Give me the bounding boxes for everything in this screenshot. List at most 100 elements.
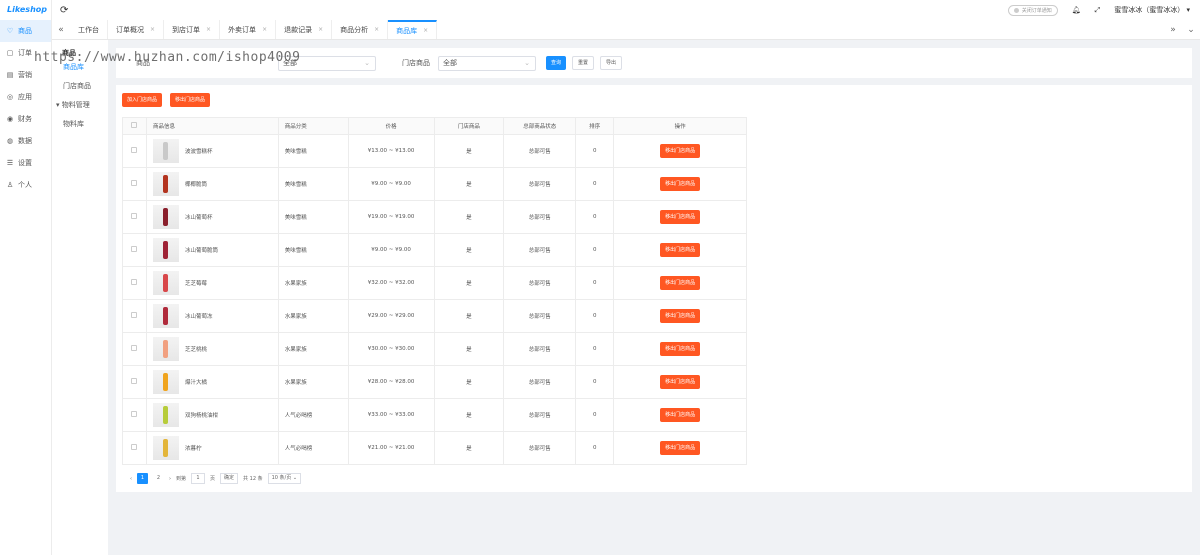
product-image [162, 241, 168, 259]
subnav-item-material-library[interactable]: 物料库 [52, 115, 108, 134]
tabs-scroll-left-icon[interactable]: « [52, 20, 70, 39]
category-cell: 美味雪糕 [277, 200, 349, 234]
remove-from-store-button[interactable]: 移出门店商品 [660, 375, 701, 389]
close-icon[interactable]: × [262, 26, 267, 33]
row-checkbox[interactable] [131, 147, 138, 153]
tab-0[interactable]: 工作台 [70, 20, 108, 39]
row-select-cell[interactable] [122, 233, 147, 267]
close-icon[interactable]: × [150, 26, 155, 33]
close-icon[interactable]: × [206, 26, 211, 33]
category-cell: 人气必喝榜 [277, 431, 349, 465]
row-checkbox[interactable] [131, 378, 138, 384]
row-select-cell[interactable] [122, 398, 147, 432]
remove-from-store-button[interactable]: 移出门店商品 [660, 408, 701, 422]
store-product-select[interactable]: 全部 ⌄ [438, 55, 536, 71]
nav-item-label: 订单 [18, 49, 32, 57]
nav-item-7[interactable]: ♙ 个人 [0, 174, 51, 196]
row-checkbox[interactable] [131, 312, 138, 318]
tab-3[interactable]: 外卖订单 × [220, 20, 277, 39]
tab-2[interactable]: 到店订单 × [164, 20, 221, 39]
table-row: 芝芝桃桃 水果家族 ¥30.00 ~ ¥30.00 是总部可售 0 移出门店商品 [122, 332, 747, 366]
product-info-cell: 浓暮柠 [145, 431, 279, 465]
prev-page-icon[interactable]: ‹ [130, 476, 132, 482]
nav-item-5[interactable]: ◍ 数据 [0, 130, 51, 152]
row-select-cell[interactable] [122, 431, 147, 465]
row-checkbox[interactable] [131, 246, 138, 252]
row-select-cell[interactable] [122, 200, 147, 234]
goto-label: 到第 [176, 476, 187, 482]
export-button[interactable]: 导出 [600, 56, 623, 70]
bell-icon[interactable]: 🔔︎ [1072, 6, 1081, 14]
refresh-icon[interactable]: ⟳ [60, 5, 68, 16]
action-cell: 移出门店商品 [613, 266, 747, 300]
order-notification-toggle[interactable]: 关闭订单通知 [1007, 4, 1058, 16]
page-2[interactable]: 2 [153, 473, 164, 484]
row-select-cell[interactable] [122, 134, 147, 168]
reset-button[interactable]: 重置 [572, 56, 595, 70]
product-image [162, 175, 168, 193]
tab-1[interactable]: 订单概况 × [108, 20, 165, 39]
nav-item-2[interactable]: ▤ 营销 [0, 64, 51, 86]
top-header: ⟳ 关闭订单通知 🔔︎ ⤢ 蜜雪冰冰（蜜雪冰冰） ▾ [52, 0, 1200, 20]
table-row: 浓暮柠 人气必喝榜 ¥21.00 ~ ¥21.00 是总部可售 0 移出门店商品 [122, 431, 747, 465]
user-icon: ♙ [6, 181, 14, 189]
nav-item-0[interactable]: ♡ 商品 [0, 20, 51, 42]
table-row: 爆汁大橘 水果家族 ¥28.00 ~ ¥28.00 是总部可售 0 移出门店商品 [122, 365, 747, 399]
subnav-item-store-products[interactable]: 门店商品 [52, 77, 108, 96]
row-select-cell[interactable] [122, 365, 147, 399]
hq-status-cell: 总部可售 [503, 266, 577, 300]
tab-6[interactable]: 商品库 × [388, 20, 438, 39]
row-checkbox[interactable] [131, 279, 138, 285]
nav-item-4[interactable]: ◉ 财务 [0, 108, 51, 130]
page-1[interactable]: 1 [137, 473, 148, 484]
row-checkbox[interactable] [131, 444, 138, 450]
page-tabs: « 工作台 订单概况 × 到店订单 × 外卖订单 × 退款记录 × 商品分析 × 商品库 × » ⌄ [52, 20, 1200, 40]
row-checkbox[interactable] [131, 180, 138, 186]
remove-from-store-button[interactable]: 移出门店商品 [660, 144, 701, 158]
select-all-checkbox[interactable] [131, 122, 138, 128]
tabs-scroll-right-icon[interactable]: » [1164, 20, 1182, 39]
row-select-cell[interactable] [122, 332, 147, 366]
filter-label-store-product: 门店商品 [402, 59, 430, 67]
remove-from-store-button[interactable]: 移出门店商品 [660, 441, 701, 455]
next-page-icon[interactable]: › [169, 476, 171, 482]
close-icon[interactable]: × [423, 27, 428, 34]
select-all-cell[interactable] [122, 117, 147, 135]
goto-confirm-button[interactable]: 确定 [220, 473, 239, 484]
row-checkbox[interactable] [131, 345, 138, 351]
row-checkbox[interactable] [131, 213, 138, 219]
remove-store-product-button[interactable]: 移出门店商品 [170, 93, 211, 107]
page-size-value: 10 条/页 [271, 475, 292, 481]
close-icon[interactable]: × [374, 26, 379, 33]
tab-5[interactable]: 商品分析 × [332, 20, 389, 39]
query-button[interactable]: 查询 [546, 56, 567, 70]
col-hq-status: 总部商品状态 [503, 117, 577, 135]
tabs-menu-icon[interactable]: ⌄ [1182, 20, 1200, 39]
row-select-cell[interactable] [122, 266, 147, 300]
col-price: 价格 [347, 117, 435, 135]
category-cell: 人气必喝榜 [277, 398, 349, 432]
nav-item-3[interactable]: ◎ 应用 [0, 86, 51, 108]
tab-4[interactable]: 退款记录 × [276, 20, 333, 39]
chevron-down-icon: ⌄ [364, 58, 370, 67]
remove-from-store-button[interactable]: 移出门店商品 [660, 276, 701, 290]
close-icon[interactable]: × [318, 26, 323, 33]
goto-page-input[interactable]: 1 [191, 473, 206, 484]
subnav-group-materials[interactable]: ▾ 物料管理 [52, 96, 108, 115]
remove-from-store-button[interactable]: 移出门店商品 [660, 177, 701, 191]
user-menu[interactable]: 蜜雪冰冰（蜜雪冰冰） ▾ [1114, 5, 1190, 15]
product-table: 商品信息 商品分类 价格 门店商品 总部商品状态 排序 操作 波波雪糕杯 美味雪糕… [122, 117, 747, 465]
nav-item-6[interactable]: ☰ 设置 [0, 152, 51, 174]
remove-from-store-button[interactable]: 移出门店商品 [660, 342, 701, 356]
remove-from-store-button[interactable]: 移出门店商品 [660, 309, 701, 323]
row-checkbox[interactable] [131, 411, 138, 417]
fullscreen-icon[interactable]: ⤢ [1095, 6, 1101, 15]
product-thumbnail [152, 271, 179, 295]
add-store-product-button[interactable]: 加入门店商品 [122, 93, 163, 107]
remove-from-store-button[interactable]: 移出门店商品 [660, 243, 701, 257]
row-select-cell[interactable] [122, 167, 147, 201]
action-cell: 移出门店商品 [613, 398, 747, 432]
remove-from-store-button[interactable]: 移出门店商品 [660, 210, 701, 224]
row-select-cell[interactable] [122, 299, 147, 333]
page-size-select[interactable]: 10 条/页 ⌄ [267, 473, 302, 484]
